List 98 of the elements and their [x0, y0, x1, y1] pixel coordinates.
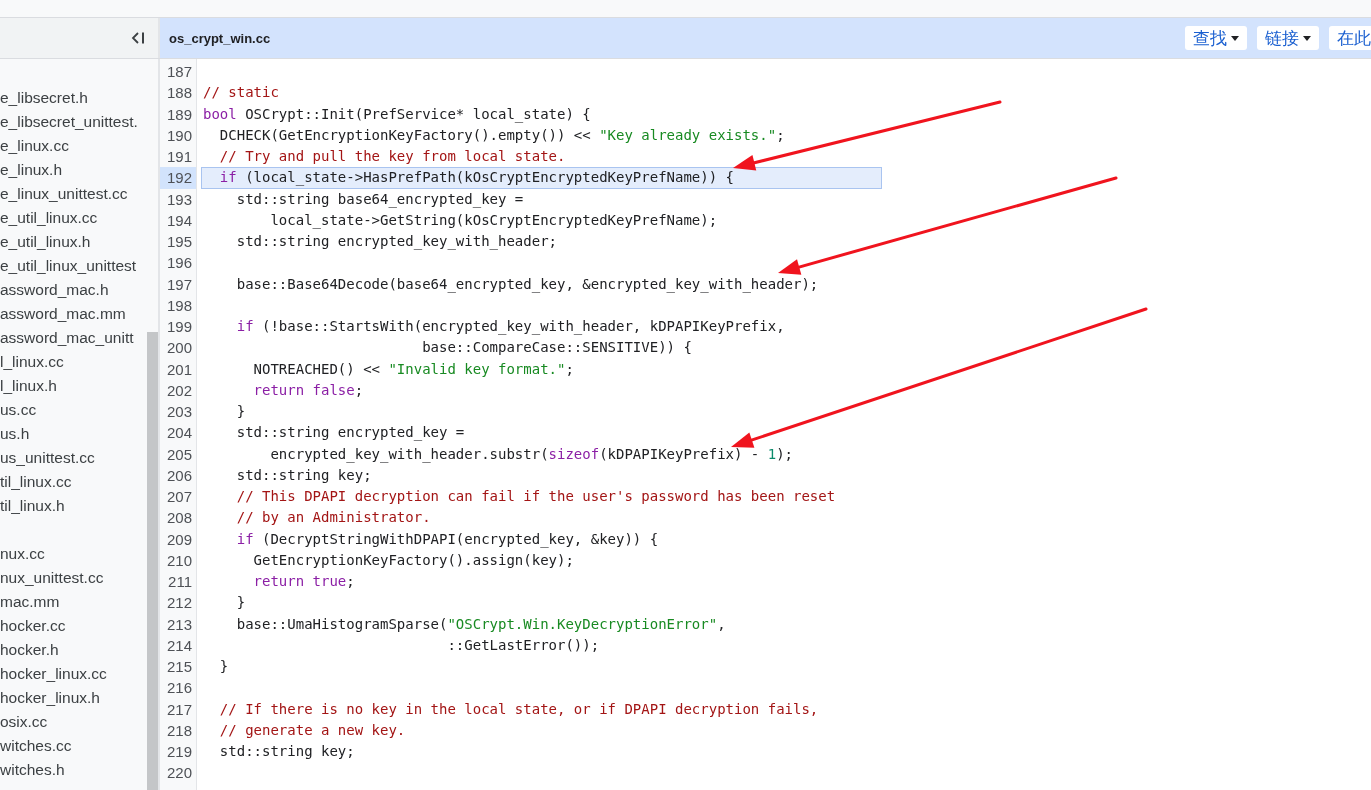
menu-button[interactable]: 在此	[1329, 26, 1371, 50]
line-number: 210	[165, 550, 193, 571]
line-number: 208	[165, 508, 193, 529]
file-item[interactable]: assword_mac.h	[0, 278, 147, 302]
file-item[interactable]: nux_unittest.cc	[0, 566, 147, 590]
file-item[interactable]: us.h	[0, 422, 147, 446]
file-item[interactable]: assword_mac_unitt	[0, 326, 147, 350]
line-number: 214	[165, 635, 193, 656]
code-line: }	[235, 402, 246, 421]
line-number: 213	[165, 614, 193, 635]
line-number: 189	[165, 104, 193, 125]
code-line: // generate a new key.	[218, 720, 406, 740]
file-item[interactable]: e_linux.h	[0, 158, 147, 182]
caret-icon	[1303, 35, 1311, 41]
file-item[interactable]: e_libsecret_unittest.	[0, 110, 147, 134]
line-number: 193	[165, 189, 193, 210]
collapse-sidebar-icon[interactable]	[131, 31, 145, 45]
file-item[interactable]: til_linux.h	[0, 494, 147, 518]
line-number: 220	[165, 763, 193, 784]
file-item[interactable]: l_linux.cc	[0, 350, 147, 374]
code-line: DCHECK(GetEncryptionKeyFactory().empty()) << "Key already exists.";	[218, 125, 785, 145]
code-line: base::UmaHistogramSparse("OSCrypt.Win.KeyDecryptionError",	[235, 614, 726, 634]
file-item[interactable]: til_linux.cc	[0, 470, 147, 494]
line-number: 204	[165, 423, 193, 444]
file-item[interactable]: witches.h	[0, 758, 147, 782]
file-item[interactable]: e_util_linux.h	[0, 230, 147, 254]
line-number: 207	[165, 487, 193, 507]
code-line: std::string encrypted_key =	[235, 423, 465, 443]
file-item[interactable]: witches.cc	[0, 734, 147, 758]
code-line: // static	[202, 83, 279, 103]
line-number: 215	[165, 657, 193, 677]
line-number: 202	[165, 380, 193, 401]
line-number: 211	[167, 572, 193, 592]
caret-icon	[1231, 35, 1239, 41]
line-number: 206	[165, 465, 193, 486]
code-line: std::string key;	[235, 465, 372, 485]
line-number: 203	[165, 402, 193, 422]
file-item[interactable]: e_util_linux_unittest	[0, 254, 147, 278]
file-item[interactable]: osix.cc	[0, 710, 147, 734]
line-number: 219	[165, 742, 193, 762]
file-item[interactable]: mac.mm	[0, 590, 147, 614]
line-number: 190	[165, 125, 193, 146]
file-item[interactable]: hocker_linux.h	[0, 686, 147, 710]
file-item[interactable]: us_unittest.cc	[0, 446, 147, 470]
menu-button[interactable]: 链接	[1257, 26, 1319, 50]
line-number: 216	[165, 678, 193, 699]
line-number: 188	[165, 83, 193, 104]
code-line: // by an Administrator.	[235, 508, 431, 528]
line-number: 198	[165, 295, 193, 316]
code-line: }	[218, 657, 229, 676]
code-line: bool OSCrypt::Init(PrefService* local_state) {	[202, 104, 591, 125]
code-line: // If there is no key in the local state, or if DPAPI decryption fails,	[218, 699, 819, 719]
line-number: 197	[165, 274, 193, 295]
file-item[interactable]: e_util_linux.cc	[0, 206, 147, 230]
line-number: 201	[165, 359, 193, 380]
line-number: 194	[165, 210, 193, 231]
file-item[interactable]: e_libsecret.h	[0, 86, 147, 110]
line-number: 192	[160, 167, 196, 189]
line-number: 199	[165, 317, 193, 337]
file-item[interactable]: l_linux.h	[0, 374, 147, 398]
scrollbar-thumb[interactable]	[147, 332, 158, 790]
line-number: 195	[165, 232, 193, 252]
line-number: 205	[165, 444, 193, 465]
file-item[interactable]: assword_mac.mm	[0, 302, 147, 326]
file-item[interactable]: nux.cc	[0, 542, 147, 566]
file-item[interactable]: e_linux_unittest.cc	[0, 182, 147, 206]
code-line: return true;	[252, 572, 355, 591]
line-number: 200	[165, 338, 193, 359]
file-title: os_crypt_win.cc	[169, 30, 271, 46]
code-line: local_state->GetString(kOsCryptEncryptedKeyPrefName);	[269, 210, 718, 231]
line-number: 218	[165, 720, 193, 741]
code-line: if (!base::StartsWith(encrypted_key_with_header, kDPAPIKeyPrefix,	[235, 317, 785, 337]
line-number: 196	[165, 253, 193, 274]
code-line: // Try and pull the key from local state.	[218, 147, 566, 166]
line-number: 209	[165, 529, 193, 550]
file-item[interactable]: us.cc	[0, 398, 147, 422]
line-number: 191	[165, 147, 193, 167]
code-line: base::CompareCase::SENSITIVE)) {	[421, 338, 692, 358]
code-line: std::string encrypted_key_with_header;	[235, 232, 557, 252]
code-line: return false;	[252, 380, 364, 400]
line-number: 217	[165, 699, 193, 720]
code-line: GetEncryptionKeyFactory().assign(key);	[252, 550, 574, 570]
line-number: 187	[165, 62, 193, 82]
file-item[interactable]: e_linux.cc	[0, 134, 147, 158]
line-number: 212	[165, 593, 193, 614]
code-line: if (DecryptStringWithDPAPI(encrypted_key, &key)) {	[235, 529, 659, 550]
code-line: encrypted_key_with_header.substr(sizeof(kDPAPIKeyPrefix) - 1);	[269, 444, 794, 465]
code-line: std::string key;	[218, 742, 355, 761]
code-line: }	[235, 593, 246, 613]
code-line: base::Base64Decode(base64_encrypted_key, &encrypted_key_with_header);	[235, 274, 819, 295]
menu-button[interactable]: 查找	[1185, 26, 1247, 50]
code-line: // This DPAPI decryption can fail if the user's password has been reset	[235, 487, 836, 506]
file-item[interactable]: hocker.cc	[0, 614, 147, 638]
code-line: NOTREACHED() << "Invalid key format.";	[252, 359, 574, 379]
code-line: std::string base64_encrypted_key =	[235, 189, 524, 210]
file-item[interactable]: hocker_linux.cc	[0, 662, 147, 686]
file-item[interactable]: hocker.h	[0, 638, 147, 662]
code-line: ::GetLastError());	[446, 635, 600, 655]
